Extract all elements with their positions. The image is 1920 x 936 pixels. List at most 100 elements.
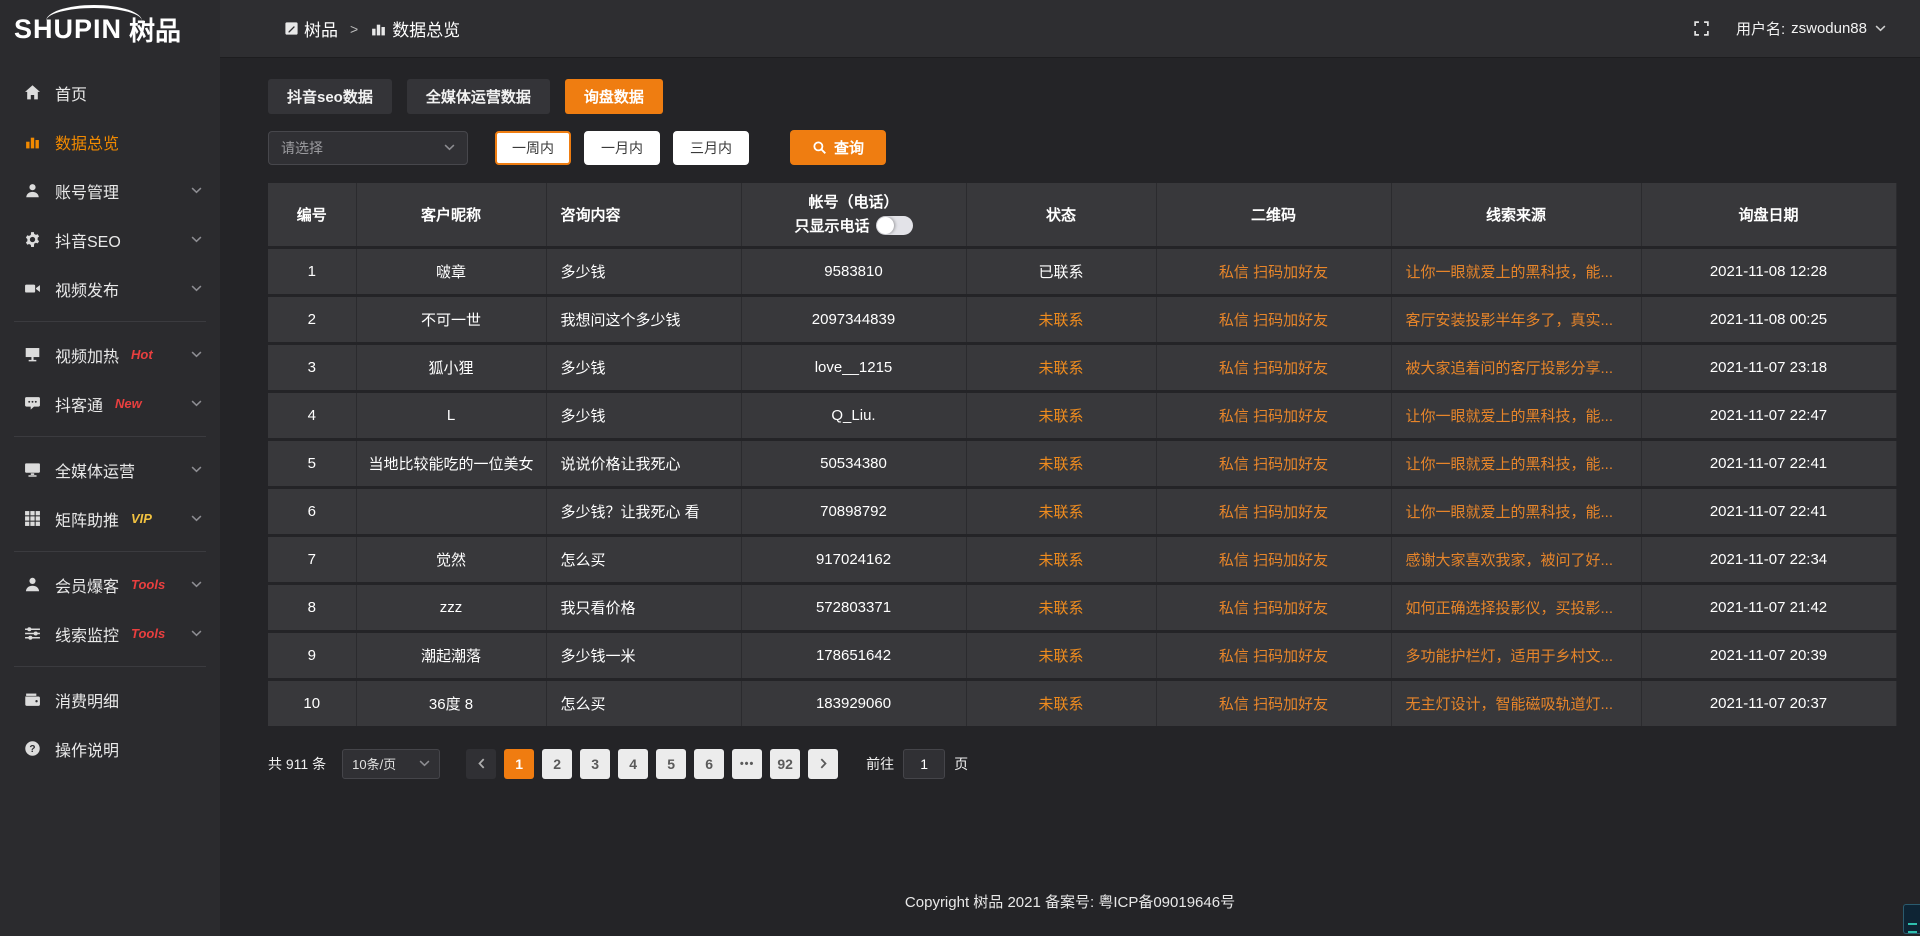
lead-source-link[interactable]: 如何正确选择投影仪，买投影...	[1391, 583, 1641, 631]
range-button-one-week[interactable]: 一周内	[495, 131, 571, 165]
sidebar-item-consumption-detail[interactable]: 消费明细	[0, 675, 220, 724]
customer-nickname: zzz	[356, 583, 546, 631]
sidebar-item-video-publish[interactable]: 视频发布	[0, 264, 220, 313]
app-logo: SHUPIN 树品	[0, 0, 220, 58]
member-icon	[22, 576, 42, 593]
page-button-5[interactable]: 5	[656, 749, 686, 779]
lead-source-link[interactable]: 感谢大家喜欢我家，被问了好...	[1391, 535, 1641, 583]
fullscreen-icon[interactable]	[1693, 20, 1710, 37]
sidebar-item-label: 视频加热	[55, 343, 119, 367]
customer-nickname: 当地比较能吃的一位美女	[356, 439, 546, 487]
column-header-qrcode: 二维码	[1156, 183, 1391, 247]
prev-page-button[interactable]	[466, 749, 496, 779]
lead-source-link[interactable]: 让你一眼就爱上的黑科技，能...	[1391, 487, 1641, 535]
chevron-down-icon	[191, 466, 202, 473]
sidebar-item-data-overview[interactable]: 数据总览	[0, 117, 220, 166]
page-button-1[interactable]: 1	[504, 749, 534, 779]
sidebar-divider	[14, 666, 206, 667]
page-size-value: 10条/页	[352, 754, 396, 773]
top-header: 树品 > 数据总览 用户名: zswodun88	[220, 0, 1920, 58]
table-row: 1啵章多少钱9583810已联系私信 扫码加好友让你一眼就爱上的黑科技，能...…	[268, 247, 1896, 295]
phone-only-label: 只显示电话	[794, 215, 869, 236]
gear-icon	[22, 231, 42, 248]
page-button-6[interactable]: 6	[694, 749, 724, 779]
row-index: 5	[268, 439, 356, 487]
sidebar-divider	[14, 436, 206, 437]
sidebar-item-account-management[interactable]: 账号管理	[0, 166, 220, 215]
sidebar-item-lead-monitor[interactable]: 线索监控Tools	[0, 609, 220, 658]
lead-source-link[interactable]: 让你一眼就爱上的黑科技，能...	[1391, 247, 1641, 295]
lead-source-link[interactable]: 让你一眼就爱上的黑科技，能...	[1391, 391, 1641, 439]
search-button[interactable]: 查询	[790, 130, 886, 165]
qrcode-link[interactable]: 私信 扫码加好友	[1156, 343, 1391, 391]
inquiry-content: 我想问这个多少钱	[546, 295, 741, 343]
page-ellipsis-button[interactable]: •••	[732, 749, 762, 779]
column-header-account-title: 帐号（电话）	[752, 192, 956, 213]
lead-source-link[interactable]: 被大家追着问的客厅投影分享...	[1391, 343, 1641, 391]
tab-douyin-seo-data[interactable]: 抖音seo数据	[268, 79, 392, 114]
column-header-index: 编号	[268, 183, 356, 247]
wallet-icon	[22, 691, 42, 708]
inquiry-date: 2021-11-07 22:41	[1641, 487, 1896, 535]
phone-only-toggle[interactable]	[876, 216, 913, 235]
chevron-down-icon	[191, 515, 202, 522]
inquiry-content: 怎么买	[546, 535, 741, 583]
search-icon	[812, 140, 827, 155]
page-size-select[interactable]: 10条/页	[342, 749, 440, 779]
qrcode-link[interactable]: 私信 扫码加好友	[1156, 535, 1391, 583]
customer-nickname: 啵章	[356, 247, 546, 295]
sidebar-item-operation-guide[interactable]: ?操作说明	[0, 724, 220, 773]
status-text: 未联系	[966, 583, 1156, 631]
page-button-2[interactable]: 2	[542, 749, 572, 779]
sidebar-item-label: 数据总览	[55, 130, 119, 154]
goto-page-input[interactable]: 1	[903, 749, 945, 779]
inquiry-date: 2021-11-07 20:39	[1641, 631, 1896, 679]
copyright-text: Copyright 树品 2021 备案号: 粤ICP备09019646号	[905, 894, 1235, 911]
status-text: 未联系	[966, 295, 1156, 343]
lead-source-link[interactable]: 多功能护栏灯，适用于乡村文...	[1391, 631, 1641, 679]
sidebar-item-member-baoke[interactable]: 会员爆客Tools	[0, 560, 220, 609]
range-button-one-month[interactable]: 一月内	[584, 131, 660, 165]
page-button-92[interactable]: 92	[770, 749, 800, 779]
sidebar-item-douketong[interactable]: 抖客通New	[0, 379, 220, 428]
chevron-down-icon	[191, 187, 202, 194]
inquiry-date: 2021-11-07 21:42	[1641, 583, 1896, 631]
qrcode-link[interactable]: 私信 扫码加好友	[1156, 631, 1391, 679]
lead-source-link[interactable]: 客厅安装投影半年多了，真实...	[1391, 295, 1641, 343]
sidebar-item-douyin-seo[interactable]: 抖音SEO	[0, 215, 220, 264]
breadcrumb-item-current[interactable]: 数据总览	[370, 16, 460, 41]
qrcode-link[interactable]: 私信 扫码加好友	[1156, 487, 1391, 535]
sidebar-item-badge: New	[115, 396, 142, 411]
page-button-4[interactable]: 4	[618, 749, 648, 779]
sidebar-item-omnimedia-operation[interactable]: 全媒体运营	[0, 445, 220, 494]
qrcode-link[interactable]: 私信 扫码加好友	[1156, 679, 1391, 727]
next-page-button[interactable]	[808, 749, 838, 779]
qrcode-link[interactable]: 私信 扫码加好友	[1156, 295, 1391, 343]
breadcrumb-item-root[interactable]: 树品	[284, 16, 338, 41]
qrcode-link[interactable]: 私信 扫码加好友	[1156, 439, 1391, 487]
sidebar-item-matrix-boost[interactable]: 矩阵助推VIP	[0, 494, 220, 543]
row-index: 6	[268, 487, 356, 535]
qrcode-link[interactable]: 私信 扫码加好友	[1156, 583, 1391, 631]
lead-source-link[interactable]: 让你一眼就爱上的黑科技，能...	[1391, 439, 1641, 487]
customer-nickname: 36度 8	[356, 679, 546, 727]
table-row: 5当地比较能吃的一位美女说说价格让我死心50534380未联系私信 扫码加好友让…	[268, 439, 1896, 487]
user-menu[interactable]: 用户名: zswodun88	[1736, 18, 1886, 39]
tab-inquiry-data[interactable]: 询盘数据	[565, 79, 663, 114]
customer-nickname: 不可一世	[356, 295, 546, 343]
lead-source-link[interactable]: 无主灯设计，智能磁吸轨道灯...	[1391, 679, 1641, 727]
qrcode-link[interactable]: 私信 扫码加好友	[1156, 247, 1391, 295]
sidebar: SHUPIN 树品 首页数据总览账号管理抖音SEO视频发布视频加热Hot抖客通N…	[0, 0, 220, 936]
chart-icon	[22, 133, 42, 150]
qrcode-link[interactable]: 私信 扫码加好友	[1156, 391, 1391, 439]
range-button-three-months[interactable]: 三月内	[673, 131, 749, 165]
tab-omnimedia-data[interactable]: 全媒体运营数据	[407, 79, 550, 114]
page-button-3[interactable]: 3	[580, 749, 610, 779]
chevron-down-icon	[191, 351, 202, 358]
sidebar-item-home[interactable]: 首页	[0, 68, 220, 117]
inquiry-content: 怎么买	[546, 679, 741, 727]
filter-select[interactable]: 请选择	[268, 131, 468, 165]
table-row: 1036度 8怎么买183929060未联系私信 扫码加好友无主灯设计，智能磁吸…	[268, 679, 1896, 727]
sidebar-item-video-heat[interactable]: 视频加热Hot	[0, 330, 220, 379]
column-header-source: 线索来源	[1391, 183, 1641, 247]
